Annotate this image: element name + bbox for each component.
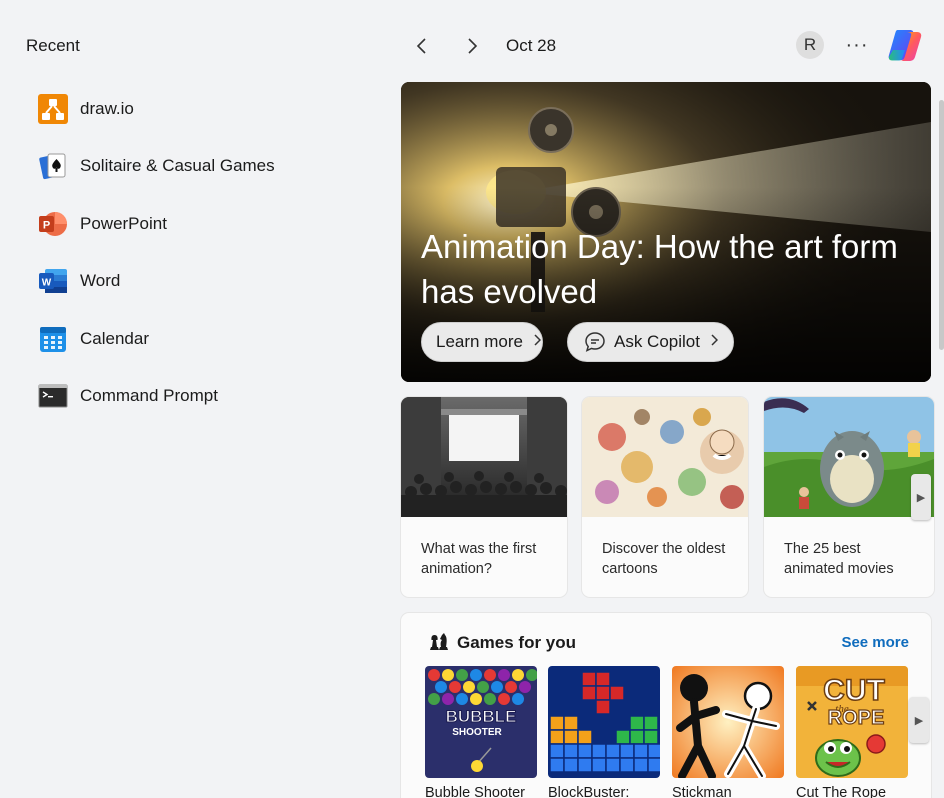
game-name: BlockBuster: [548,785,630,798]
recent-item-label: Calendar [80,328,149,348]
svg-text:W: W [42,278,52,289]
recent-title: Recent [26,36,80,55]
svg-text:P: P [43,219,50,231]
ask-copilot-button[interactable]: Ask Copilot [567,322,734,362]
game-name: Cut The Rope [796,785,887,798]
recent-item-drawio[interactable]: draw.io [38,80,368,138]
bubble-shooter-thumbnail: BUBBLE SHOOTER [425,666,537,778]
article-card-oldest-cartoons[interactable]: Discover the oldest cartoons [582,397,748,597]
recent-item-calendar[interactable]: Calendar [38,310,368,368]
game-name: Bubble Shooter [425,785,525,798]
games-section-title: Games for you [457,633,577,652]
bubble-shooter-logo-text: BUBBLE [446,707,517,726]
recent-item-powerpoint[interactable]: P PowerPoint [38,195,368,253]
game-tile-bubble-shooter[interactable]: BUBBLE SHOOTER Bubble Shooter [425,666,537,798]
command-prompt-icon [38,381,68,411]
recent-item-label: Word [80,271,121,291]
calendar-icon [38,324,68,354]
game-tile-stickman[interactable]: Stickman [672,666,784,798]
card-caption: What was the first animation? [421,541,537,577]
card-caption: Discover the oldest cartoons [602,541,726,577]
recent-item-command-prompt[interactable]: Command Prompt [38,368,368,426]
chevron-right-icon [533,333,541,351]
hero-title: Animation Day: How the art form has evol… [421,228,898,310]
word-icon: W [38,266,68,296]
article-card-best-animated-movies[interactable]: The 25 best animated movies [764,397,934,597]
solitaire-icon [38,151,68,181]
see-more-link[interactable]: See more [841,634,909,651]
triangle-right-icon: ▶ [914,714,924,727]
recent-item-solitaire[interactable]: Solitaire & Casual Games [38,138,368,196]
copilot-icon[interactable] [886,26,924,64]
games-section: Games for you See more BUBBLE SHOOTER Bu… [401,613,931,798]
more-options-button[interactable]: ··· [842,32,872,58]
cinema-audience-image [401,397,567,517]
cut-the-rope-logo-sub: ROPE [828,707,885,729]
learn-more-button[interactable]: Learn more [421,322,543,362]
recent-panel: Recent draw.io Solitaire & Casual Games … [0,0,390,798]
recent-item-label: Command Prompt [80,386,218,406]
stickman-thumbnail [672,666,784,778]
bubble-shooter-logo-sub: SHOOTER [452,727,502,738]
previous-day-button[interactable] [408,32,436,60]
recent-item-label: draw.io [80,98,134,118]
games-scroll-right-button[interactable]: ▶ [909,697,929,743]
blockbuster-thumbnail [548,666,660,778]
recent-item-word[interactable]: W Word [38,253,368,311]
chevron-right-icon [468,38,478,54]
powerpoint-icon: P [38,209,68,239]
triangle-right-icon: ▶ [916,491,926,504]
cut-the-rope-logo-text: CUT [823,674,885,707]
hero-card[interactable]: Animation Day: How the art form has evol… [401,82,931,382]
chess-pieces-icon [427,630,449,652]
game-name: Stickman [672,785,732,798]
game-tile-cut-the-rope[interactable]: CUT the ROPE Cut The Rope [796,666,908,798]
vintage-cartoon-image [582,397,748,517]
date-label: Oct 28 [506,36,557,55]
ask-copilot-label: Ask Copilot [614,332,700,351]
cut-the-rope-thumbnail: CUT the ROPE [796,666,908,778]
game-tile-blockbuster[interactable]: BlockBuster: [548,666,660,798]
cards-scroll-right-button[interactable]: ▶ [911,474,931,520]
next-day-button[interactable] [458,32,486,60]
article-card-first-animation[interactable]: What was the first animation? [401,397,567,597]
learn-more-label: Learn more [436,332,523,351]
avatar[interactable]: R [796,31,824,59]
vertical-scrollbar[interactable] [939,100,944,350]
recent-list: draw.io Solitaire & Casual Games P Power… [38,80,368,425]
chevron-right-icon [710,333,719,351]
totoro-image [764,397,934,517]
recent-item-label: PowerPoint [80,213,167,233]
drawio-icon [38,93,68,124]
chat-bubble-icon [584,331,606,353]
chevron-left-icon [416,38,426,54]
recent-item-label: Solitaire & Casual Games [80,156,275,176]
card-caption: The 25 best animated movies [784,541,894,577]
